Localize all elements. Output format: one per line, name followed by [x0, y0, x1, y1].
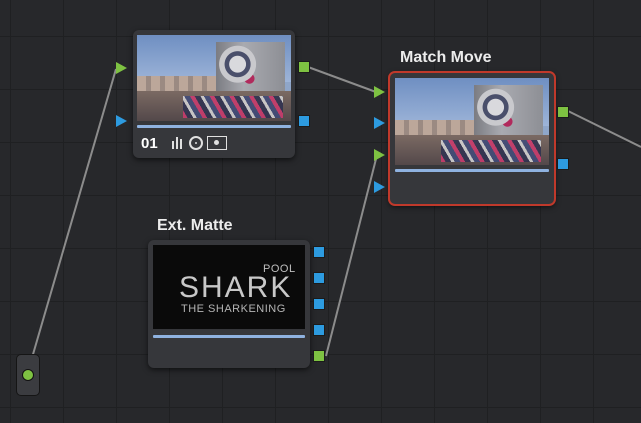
node01-progress-bar — [137, 125, 291, 128]
levels-icon — [171, 136, 185, 150]
ext-matte-title: Ext. Matte — [157, 217, 233, 234]
extmatte-output-port-2[interactable] — [313, 272, 325, 284]
node01-thumbnail — [137, 35, 291, 121]
matchmove-input-port-key-1[interactable] — [374, 117, 385, 129]
node01-fx-icons — [171, 136, 227, 150]
matchmove-progress-bar — [395, 169, 549, 172]
matchmove-output-port-key[interactable] — [557, 158, 569, 170]
node01-input-port-rgb[interactable] — [116, 62, 127, 74]
node01-output-port-rgb[interactable] — [298, 61, 310, 73]
matchmove-thumbnail — [395, 78, 549, 165]
ext-matte-thumbnail: POOL SHARK THE SHARKENING — [153, 245, 305, 329]
node01-output-port-key[interactable] — [298, 115, 310, 127]
node01-input-port-key[interactable] — [116, 115, 127, 127]
matchmove-input-port-rgb-1[interactable] — [374, 86, 385, 98]
match-move-node[interactable] — [388, 71, 556, 206]
extmatte-output-port-1[interactable] — [313, 246, 325, 258]
node01-number: 01 — [141, 135, 158, 152]
matchmove-input-port-key-2[interactable] — [374, 181, 385, 193]
circle-target-icon — [189, 136, 203, 150]
extmatte-output-port-4[interactable] — [313, 324, 325, 336]
matchmove-input-port-rgb-2[interactable] — [374, 149, 385, 161]
matte-text-sub: THE SHARKENING — [181, 303, 286, 315]
extmatte-output-port-rgb[interactable] — [313, 350, 325, 362]
match-move-title: Match Move — [400, 49, 492, 66]
matchmove-output-port-rgb[interactable] — [557, 106, 569, 118]
camera-icon — [207, 136, 227, 150]
ext-matte-node[interactable]: POOL SHARK THE SHARKENING — [148, 240, 310, 368]
node-01[interactable]: 01 — [133, 30, 295, 158]
source-input-node[interactable] — [16, 354, 40, 396]
source-output-port[interactable] — [22, 369, 34, 381]
extmatte-output-port-3[interactable] — [313, 298, 325, 310]
matte-text-shark: SHARK — [179, 271, 293, 304]
extmatte-progress-bar — [153, 335, 305, 338]
